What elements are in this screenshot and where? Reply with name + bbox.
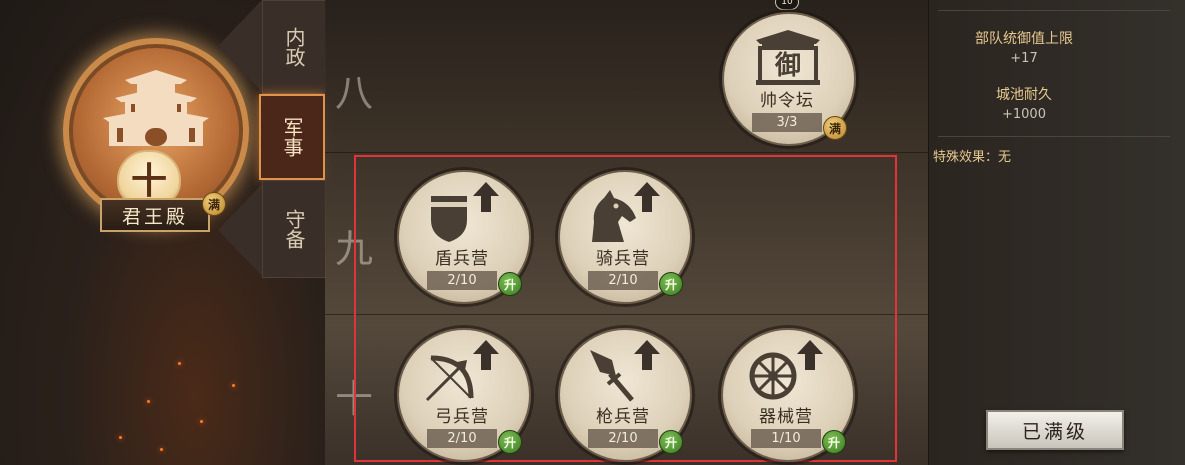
building-level-tag: 10 [775,0,799,10]
ember [160,448,163,451]
tab-civil[interactable]: 内政 [262,0,326,94]
building-count: 2/10 [427,429,497,448]
ember [178,362,181,365]
building-name: 器械营 [759,407,813,427]
upgrade-badge[interactable]: 升 [659,272,683,296]
building-count: 1/10 [751,429,821,448]
building-count: 2/10 [588,271,658,290]
row-divider [325,152,928,153]
upgrade-badge[interactable]: 升 [498,430,522,454]
upgrade-arrow-icon [634,182,660,212]
tab-defense[interactable]: 守备 [262,180,326,278]
building-name: 骑兵营 [596,249,650,269]
command-altar-icon-text: 御 [774,50,801,81]
ember [232,384,235,387]
shield-icon [431,196,467,242]
building-node-archer-camp[interactable]: 弓兵营 2/10 升 [397,328,531,462]
building-name: 枪兵营 [596,407,650,427]
tab-military-label: 军事 [280,117,304,157]
tab-military[interactable]: 军事 [259,94,325,180]
upgrade-arrow-icon [634,340,660,370]
horse-icon [592,190,636,242]
building-node-shield-camp[interactable]: 盾兵营 2/10 升 [397,170,531,304]
panel-divider [938,10,1170,11]
stat-troop-capacity-title: 部队统御值上限 [975,31,1073,47]
max-level-button[interactable]: 已满级 [986,410,1124,450]
building-node-spear-camp[interactable]: 枪兵营 2/10 升 [558,328,692,462]
panel-divider [938,136,1170,137]
stat-troop-capacity-value: +17 [1010,51,1038,66]
building-max-badge: 满 [823,116,847,140]
building-count: 2/10 [427,271,497,290]
command-altar-icon: 御 [756,30,820,85]
ember [119,436,122,439]
special-effect-text: 特殊效果：无 [933,150,1012,165]
building-node-cavalry-camp[interactable]: 骑兵营 2/10 升 [558,170,692,304]
building-count: 3/3 [752,113,822,132]
info-panel [928,0,1185,465]
upgrade-arrow-icon [797,340,823,370]
upgrade-arrow-icon [473,182,499,212]
upgrade-badge[interactable]: 升 [498,272,522,296]
ember [200,420,203,423]
building-name: 帅令坛 [760,91,814,111]
row-label-8: 八 [334,71,373,115]
spear-icon [590,350,634,402]
ember [147,400,150,403]
building-name: 弓兵营 [435,407,489,427]
upgrade-badge[interactable]: 升 [659,430,683,454]
building-node-command-altar[interactable]: 御 帅令坛 3/3 满 [722,12,856,146]
wheel-icon [749,352,797,400]
building-node-siege-camp[interactable]: 器械营 1/10 升 [721,328,855,462]
upgrade-arrow-icon [473,340,499,370]
palace-icon [103,70,209,146]
tab-defense-label: 守备 [282,209,306,249]
tab-civil-label: 内政 [282,27,306,67]
building-count: 2/10 [588,429,658,448]
hall-name-label: 君王殿 [100,198,210,232]
bow-icon [425,355,474,402]
stat-durability-value: +1000 [1002,107,1046,122]
stat-durability-title: 城池耐久 [996,87,1052,103]
upgrade-badge[interactable]: 升 [822,430,846,454]
tab-wedge-decoration [218,0,262,276]
building-name: 盾兵营 [435,249,489,269]
